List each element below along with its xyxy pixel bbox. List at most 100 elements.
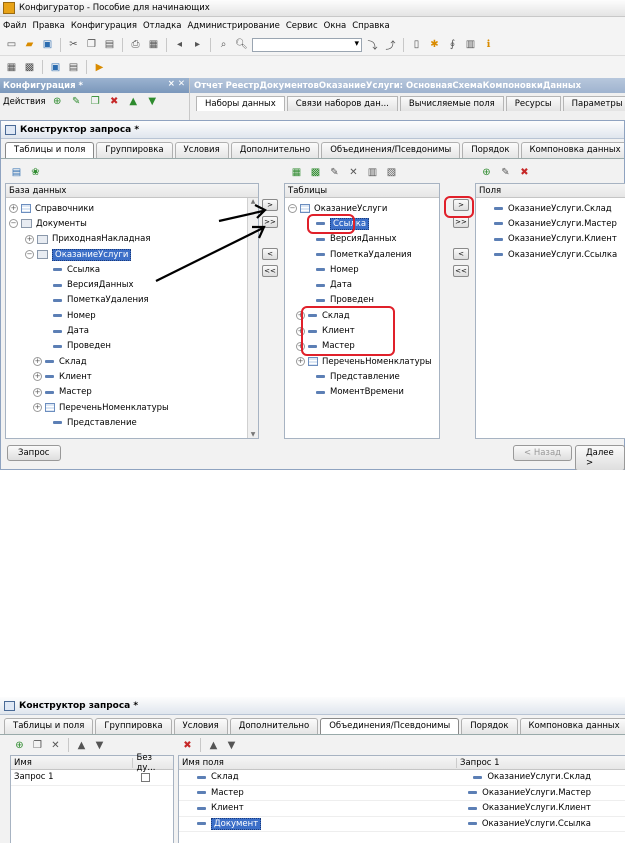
down-icon[interactable]: ▼ [145, 94, 160, 109]
preview-icon[interactable]: ▦ [146, 37, 161, 52]
db-config-icon[interactable]: ▩ [22, 60, 37, 75]
menu-item[interactable]: Сервис [286, 21, 318, 31]
alias-row[interactable]: Клиент ОказаниеУслуги.Клиент [179, 801, 625, 817]
tree-row[interactable]: Проведен [6, 339, 258, 354]
delete-icon[interactable]: ✖ [517, 165, 532, 180]
collapse-icon[interactable]: − [25, 250, 34, 260]
tree-row[interactable]: Номер [285, 262, 439, 277]
expand-icon[interactable]: + [33, 357, 42, 367]
remove-field-button[interactable]: < [453, 248, 469, 260]
remove-all-fields-button[interactable]: << [453, 265, 469, 277]
tools-icon[interactable]: ✱ [427, 37, 442, 52]
forward-icon[interactable]: ▸ [190, 37, 205, 52]
up-icon[interactable]: ▲ [74, 738, 89, 753]
alias-name[interactable]: Склад [211, 772, 239, 782]
designer-tab[interactable]: Порядок [461, 718, 518, 734]
print-icon[interactable]: ⎙ [128, 37, 143, 52]
collapse-icon[interactable]: − [9, 219, 18, 229]
down-icon[interactable]: ▼ [224, 738, 239, 753]
tree-row[interactable]: + ПереченьНоменклатуры [285, 354, 439, 369]
tree-row[interactable]: + ПереченьНоменклатуры [6, 400, 258, 415]
tree-row[interactable]: МоментВремени [285, 385, 439, 400]
config-icon[interactable]: ▦ [4, 60, 19, 75]
designer-tab[interactable]: Таблицы и поля [4, 718, 94, 734]
no-duplicates-checkbox[interactable] [141, 772, 150, 782]
report-tab[interactable]: Связи наборов дан... [286, 96, 398, 111]
tree-row[interactable]: ВерсияДанных [285, 232, 439, 247]
field-row[interactable]: ОказаниеУслуги.Мастер [476, 216, 625, 231]
designer-tab[interactable]: Компоновка данных [519, 718, 625, 734]
report-tab[interactable]: Наборы данных [196, 96, 285, 111]
report-tab[interactable]: Вычисляемые поля [399, 96, 504, 111]
tree-row[interactable]: + Мастер [6, 385, 258, 400]
close-icon[interactable]: × ✕ [168, 79, 185, 89]
save-icon[interactable]: ▣ [40, 37, 55, 52]
report-tab[interactable]: Параметры [562, 96, 625, 111]
field-row[interactable]: ОказаниеУслуги.Склад [476, 201, 625, 216]
tree-row[interactable]: Представление [285, 369, 439, 384]
add-icon[interactable]: ⊕ [12, 738, 27, 753]
designer-tab[interactable]: Компоновка данных [520, 142, 624, 158]
edit-icon[interactable]: ✎ [498, 165, 513, 180]
up-icon[interactable]: ▲ [206, 738, 221, 753]
tree-row[interactable]: + Склад [6, 354, 258, 369]
module-icon[interactable]: ▥ [463, 37, 478, 52]
find-next-icon[interactable]: ⤵ [365, 37, 380, 52]
alias-row[interactable]: Мастер ОказаниеУслуги.Мастер [179, 786, 625, 801]
update-icon[interactable]: ▣ [48, 60, 63, 75]
menu-item[interactable]: Справка [352, 21, 389, 31]
designer-tab[interactable]: Группировка [95, 718, 172, 734]
paste-icon[interactable]: ▤ [102, 37, 117, 52]
field-row[interactable]: ОказаниеУслуги.Ссылка [476, 247, 625, 262]
compare-icon[interactable]: ▤ [66, 60, 81, 75]
alias-name[interactable]: Мастер [211, 788, 244, 798]
designer-tab[interactable]: Объединения/Псевдонимы [321, 142, 461, 158]
expand-icon[interactable]: + [296, 357, 305, 367]
copy-icon[interactable]: ❐ [30, 738, 45, 753]
designer-tab[interactable]: Условия [174, 142, 229, 158]
alias-name[interactable]: Клиент [211, 803, 244, 813]
syntax-icon[interactable]: ∮ [445, 37, 460, 52]
query-button[interactable]: Запрос [7, 445, 61, 461]
delete-icon[interactable]: ✕ [48, 738, 63, 753]
scroll-down-icon[interactable]: ▼ [248, 431, 258, 438]
back-button[interactable]: < Назад [513, 445, 573, 461]
delete-icon[interactable]: ✖ [180, 738, 195, 753]
down-icon[interactable]: ▼ [92, 738, 107, 753]
next-button[interactable]: Далее > [575, 445, 625, 470]
delete-icon[interactable]: ✕ [346, 165, 361, 180]
new-file-icon[interactable]: ▭ [4, 37, 19, 52]
expand-icon[interactable]: + [33, 403, 42, 412]
menu-item[interactable]: Отладка [143, 21, 182, 31]
debug-run-icon[interactable]: ▶ [92, 60, 107, 75]
window-icon[interactable]: ▯ [409, 37, 424, 52]
edit-icon[interactable]: ✎ [327, 165, 342, 180]
find-icon[interactable]: ⌕ [216, 37, 231, 52]
open-icon[interactable]: ❀ [28, 165, 43, 180]
cut-icon[interactable]: ✂ [66, 37, 81, 52]
tree-row[interactable]: Представление [6, 415, 258, 430]
report-tab[interactable]: Ресурсы [505, 96, 561, 111]
expand-icon[interactable]: + [9, 204, 18, 214]
tree-row[interactable]: + Клиент [6, 369, 258, 384]
find-prev-icon[interactable]: ⤴ [383, 37, 398, 52]
expand-icon[interactable]: + [25, 234, 34, 244]
change-icon[interactable]: ▧ [384, 165, 399, 180]
designer-tab[interactable]: Дополнительно [230, 142, 320, 158]
tree-row[interactable]: ПометкаУдаления [285, 247, 439, 262]
menu-item[interactable]: Конфигурация [71, 21, 137, 31]
replace-icon[interactable]: ▥ [365, 165, 380, 180]
field-row[interactable]: ОказаниеУслуги.Клиент [476, 232, 625, 247]
tree-row[interactable]: Дата [6, 323, 258, 338]
edit-icon[interactable]: ✎ [69, 94, 84, 109]
query-row[interactable]: Запрос 1 [11, 770, 173, 786]
alias-name[interactable]: Документ [211, 817, 262, 830]
menu-item[interactable]: Администрирование [187, 21, 279, 31]
table-view-icon[interactable]: ▤ [9, 165, 24, 180]
tree-row[interactable]: Дата [285, 277, 439, 292]
copy-icon[interactable]: ❐ [84, 37, 99, 52]
search-combo[interactable] [252, 37, 362, 52]
alias-row[interactable]: Склад ОказаниеУслуги.Склад [179, 770, 625, 786]
info-icon[interactable]: ℹ [481, 37, 496, 52]
back-icon[interactable]: ◂ [172, 37, 187, 52]
